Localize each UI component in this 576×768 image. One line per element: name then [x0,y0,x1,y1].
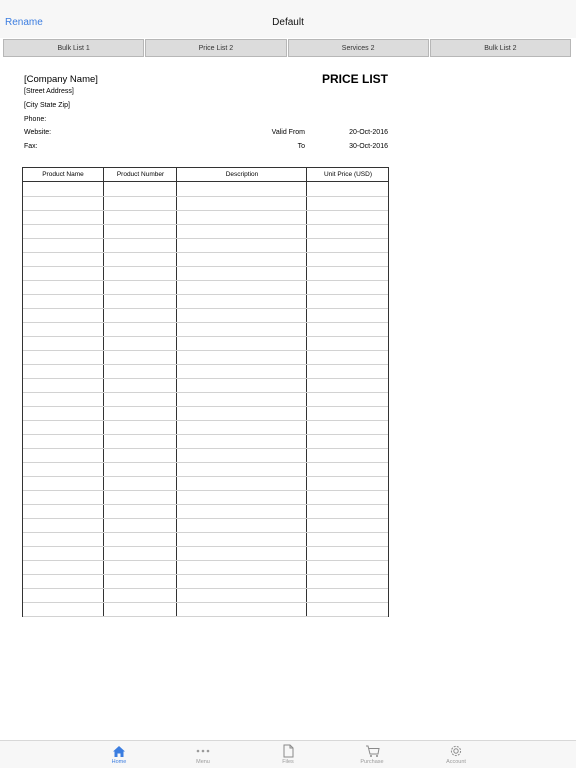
table-row [23,588,388,589]
table-row [23,434,388,435]
table-row [23,252,388,253]
tabbar-menu[interactable]: Menu [173,743,233,767]
table-row [23,546,388,547]
column-header-description: Description [225,171,259,178]
tabbar-label: Menu [196,759,210,765]
valid-from-label: Valid From [271,129,305,136]
table-header: Product Name Product Number Description … [23,168,388,182]
to-date[interactable]: 30-Oct-2016 [318,143,388,150]
table-row [23,560,388,561]
column-header-unit-price: Unit Price (USD) [323,171,373,178]
tab-bulk-list-2[interactable]: Bulk List 2 [429,39,571,57]
document-heading: PRICE LIST [321,72,388,86]
city-state-zip[interactable]: [City State Zip] [24,102,70,109]
table-row [23,308,388,309]
table-row [23,602,388,603]
table-row [23,280,388,281]
cart-icon [342,743,402,759]
tab-services-2[interactable]: Services 2 [287,39,429,57]
table-row [23,518,388,519]
tabbar-label: Account [446,759,466,765]
tabbar-label: Files [282,759,294,765]
to-label: To [297,143,305,150]
phone-label: Phone: [24,116,47,123]
company-name[interactable]: [Company Name] [24,74,98,85]
table-row [23,490,388,491]
website-label: Website: [24,129,52,136]
navigation-bar: Rename Default [0,0,576,38]
table-row [23,350,388,351]
column-header-product-name: Product Name [42,171,84,178]
document-title: Default [272,17,304,28]
sheet-tabs: Bulk List 1 Price List 2 Services 2 Bulk… [3,39,571,57]
valid-from-date[interactable]: 20-Oct-2016 [318,129,388,136]
table-row [23,364,388,365]
table-row [23,336,388,337]
table-row [23,532,388,533]
table-row [23,294,388,295]
table-row [23,476,388,477]
table-row [23,378,388,379]
table-row [23,238,388,239]
tabbar-label: Home [111,759,127,765]
bottom-tab-bar: Home Menu Files Purchase Account [0,740,576,768]
price-table: Product Name Product Number Description … [22,167,389,617]
table-row [23,420,388,421]
tabbar-home[interactable]: Home [89,743,149,767]
table-row [23,406,388,407]
table-row [23,196,388,197]
table-row [23,616,388,617]
street-address[interactable]: [Street Address] [24,88,74,95]
table-row [23,392,388,393]
tabbar-files[interactable]: Files [258,743,318,767]
table-row [23,210,388,211]
table-row [23,224,388,225]
tabbar-purchase[interactable]: Purchase [342,743,402,767]
tabbar-label: Purchase [360,759,384,765]
table-row [23,448,388,449]
home-icon [89,743,149,759]
gear-icon [426,743,486,759]
tab-price-list-2[interactable]: Price List 2 [145,39,287,57]
fax-label: Fax: [24,143,38,150]
tabbar-account[interactable]: Account [426,743,486,767]
tab-bulk-list-1[interactable]: Bulk List 1 [3,39,145,57]
column-header-product-number: Product Number [116,171,165,178]
file-icon [258,743,318,759]
price-list-document: [Company Name] PRICE LIST [Street Addres… [0,60,576,740]
table-row [23,504,388,505]
table-row [23,574,388,575]
more-dots-icon [173,743,233,759]
table-row [23,462,388,463]
table-row [23,266,388,267]
table-row [23,322,388,323]
